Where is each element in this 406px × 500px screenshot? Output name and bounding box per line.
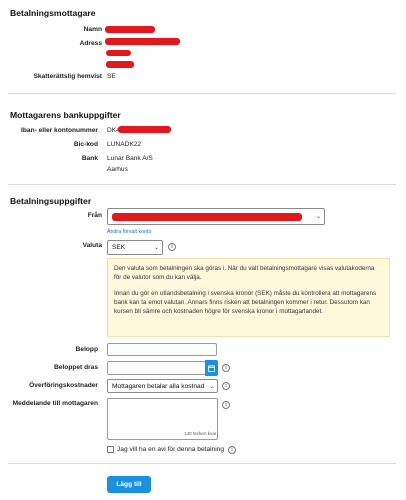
- date-label: Beloppet dras: [54, 364, 98, 371]
- fees-label: Överföringskostnader: [29, 382, 98, 389]
- bic-value: LUNADK22: [107, 141, 142, 148]
- redacted-address-line-2: [106, 50, 131, 56]
- bank-city: Aarhus: [107, 166, 128, 173]
- name-label: Namn: [83, 26, 102, 33]
- info-icon[interactable]: i: [222, 401, 230, 409]
- change-default-account-link[interactable]: Ändra förvalt konto: [107, 229, 151, 235]
- add-button[interactable]: Lägg till: [107, 476, 151, 493]
- redacted-account: [112, 212, 302, 221]
- from-label: Från: [87, 212, 102, 219]
- divider: [8, 184, 396, 185]
- date-input[interactable]: [107, 361, 206, 375]
- info-icon[interactable]: i: [168, 243, 176, 251]
- bank-heading: Mottagarens bankuppgifter: [10, 110, 121, 120]
- chevron-down-icon: ⌄: [315, 214, 321, 220]
- fees-value: Mottagaren betalar alla kostnad: [112, 382, 205, 390]
- calendar-button[interactable]: [205, 360, 218, 376]
- currency-select[interactable]: SEK ⌄: [107, 240, 163, 255]
- notify-label[interactable]: Jag vill ha en avi för denna betalning: [117, 446, 224, 453]
- amount-input[interactable]: [107, 343, 217, 356]
- bank-label: Bank: [81, 155, 98, 162]
- info-icon[interactable]: i: [222, 382, 230, 390]
- notice-paragraph-2: Innan du gör en utlandsbetalning i svens…: [114, 290, 377, 315]
- chevron-down-icon: ⌄: [208, 383, 214, 390]
- currency-label: Valuta: [82, 242, 102, 249]
- recipient-heading: Betalningsmottagare: [10, 8, 96, 18]
- residence-label: Skatterättslig hemvist: [33, 73, 102, 80]
- address-label: Adress: [79, 40, 102, 47]
- redacted-address-line-3: [106, 61, 134, 68]
- currency-value: SEK: [112, 244, 126, 251]
- bank-name: Lunar Bank A/S: [107, 155, 153, 162]
- fees-select[interactable]: Mottagaren betalar alla kostnad ⌄: [107, 379, 218, 393]
- notice-paragraph-1: Den valuta som betalningen ska göras i. …: [114, 265, 375, 281]
- divider: [8, 93, 396, 94]
- payment-heading: Betalningsuppgifter: [10, 196, 92, 206]
- divider: [8, 463, 396, 464]
- amount-label: Belopp: [75, 346, 98, 353]
- redacted-address-line-1: [105, 38, 180, 45]
- info-icon[interactable]: i: [222, 364, 230, 372]
- calendar-icon: [208, 364, 215, 372]
- iban-label: Iban- eller kontonummer: [21, 127, 98, 134]
- currency-notice: Den valuta som betalningen ska göras i. …: [107, 258, 390, 337]
- message-label: Meddelande till mottagaren: [12, 400, 98, 407]
- residence-value: SE: [107, 73, 116, 80]
- notify-checkbox[interactable]: [107, 446, 114, 453]
- redacted-name: [105, 26, 155, 33]
- char-counter: 140 tecken kvar: [184, 431, 217, 436]
- chevron-down-icon: ⌄: [153, 245, 159, 251]
- bic-label: Bic-kod: [73, 141, 98, 148]
- redacted-iban: [118, 126, 171, 133]
- info-icon[interactable]: i: [228, 446, 236, 454]
- from-account-select[interactable]: ⌄: [107, 208, 325, 225]
